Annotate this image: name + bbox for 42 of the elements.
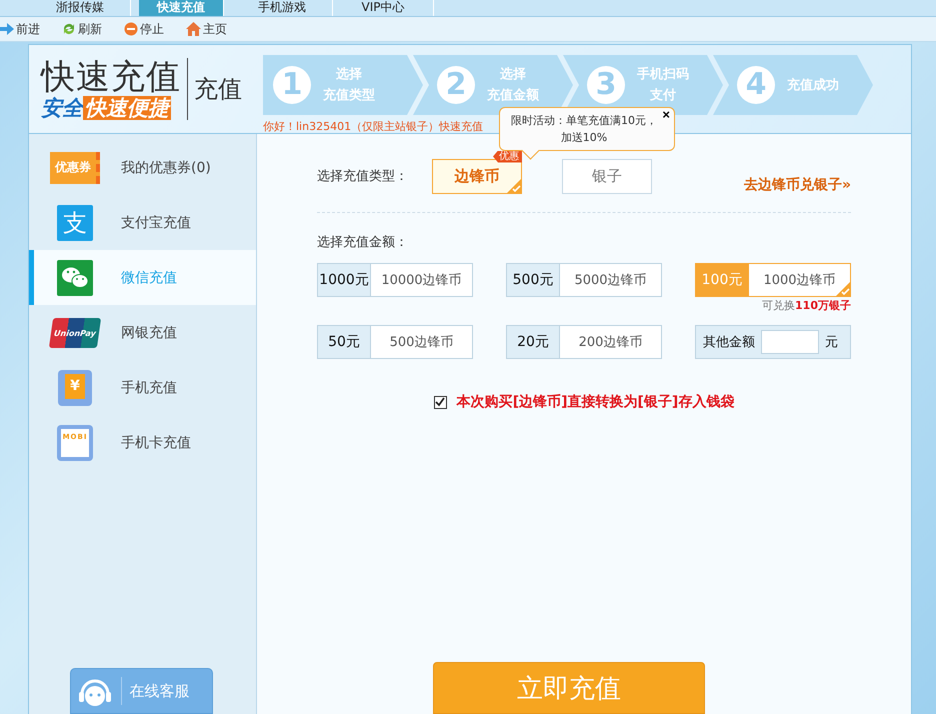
greeting-text: 你好！lin325401（仅限主站银子）快速充值	[263, 119, 484, 134]
step-label: 选择 充值类型	[323, 66, 375, 105]
field-label: 其他金额	[703, 334, 755, 351]
toolbar-button[interactable]: 停止	[124, 20, 164, 38]
field-label: 选择充值金额：	[317, 234, 409, 251]
logo-slogan-badge: 快速便捷	[83, 96, 171, 120]
unit-label: 元	[825, 334, 838, 351]
step-number: 1	[273, 66, 311, 104]
convert-option-text: 本次购买[边锋币]直接转换为[银子]存入钱袋	[456, 393, 734, 411]
step-label: 充值成功	[787, 76, 839, 94]
step-number: 2	[437, 66, 475, 104]
discount-badge: 优惠	[493, 150, 522, 162]
nav-tab[interactable]: 手机游戏	[232, 0, 333, 16]
step-number: 4	[737, 66, 775, 104]
nav-tab[interactable]: 浙报传媒	[30, 0, 131, 16]
step-label: 手机扫码 支付	[637, 66, 689, 105]
exchange-link[interactable]: 去边锋币兑银子»	[744, 176, 851, 194]
nav-tab[interactable]: VIP中心	[333, 0, 434, 16]
sidebar-item[interactable]: 优惠券 我的优惠券(0)	[29, 140, 256, 195]
amount-option[interactable]: 50元 500边锋币	[317, 325, 473, 359]
amount-option[interactable]: 500元 5000边锋币	[506, 263, 662, 297]
section-title: 充值	[194, 74, 242, 105]
amount-option[interactable]: 100元 1000边锋币	[695, 263, 851, 297]
logo-title: 快速充值	[41, 58, 181, 96]
promo-text: 限时活动：单笔充值满10元，加送10%	[510, 113, 658, 146]
close-button[interactable]: ×	[660, 108, 672, 122]
toolbar-button[interactable]: 前进	[0, 20, 40, 38]
sidebar-item[interactable]: ¥ 手机充值	[29, 360, 256, 415]
alipay-icon: 支	[57, 204, 93, 240]
field-label: 选择充值类型：	[317, 168, 408, 185]
toolbar-button[interactable]: 主页	[186, 20, 227, 38]
toolbar-button[interactable]: 刷新	[62, 20, 102, 38]
step-label: 选择 充值金额	[487, 66, 539, 105]
coupon-icon: 优惠券	[50, 152, 100, 184]
step-number: 3	[587, 66, 625, 104]
amount-option[interactable]: 20元 200边锋币	[506, 325, 662, 359]
amount-option[interactable]: 1000元 10000边锋币	[317, 263, 473, 297]
sidebar-item[interactable]: 支 支付宝充值	[29, 195, 256, 250]
phone-icon: ¥	[58, 370, 92, 406]
type-option[interactable]: 银子	[562, 158, 652, 194]
logo-slogan: 安全	[41, 96, 83, 120]
exchange-note: 可兑换110万银子	[762, 298, 851, 313]
